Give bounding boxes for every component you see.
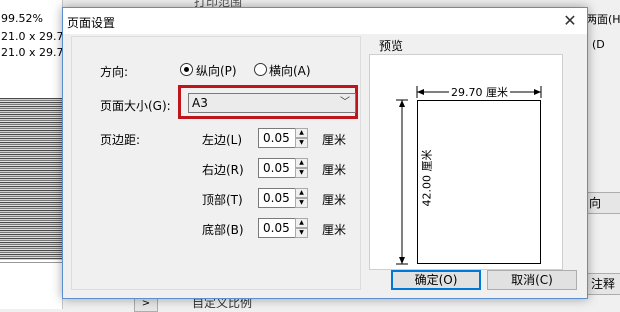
paper-size-readout: 21.0 x 29.7 [1, 46, 64, 59]
dialog-titlebar[interactable]: 页面设置 ✕ [63, 8, 587, 34]
preview-height: 42.00 厘米 [418, 147, 435, 209]
margin-top-stepper[interactable]: 0.05 ▲ ▼ [258, 188, 310, 208]
spin-down-icon[interactable]: ▼ [295, 138, 308, 148]
margin-label: 页边距: [100, 133, 141, 147]
orientation-label: 方向: [100, 65, 129, 79]
paper-size-readout: 21.0 x 29.7 [1, 30, 64, 43]
landscape-radio[interactable] [254, 63, 267, 76]
close-icon[interactable]: ✕ [555, 9, 585, 33]
margin-left-label: 左边(L) [202, 133, 243, 147]
spin-up-icon[interactable]: ▲ [295, 188, 308, 198]
page-size-value: A3 [192, 96, 208, 110]
preview-label: 预览 [379, 39, 404, 53]
print-preview-pane: 99.52% 21.0 x 29.7 21.0 x 29.7 [0, 0, 64, 309]
spin-up-icon[interactable]: ▲ [295, 158, 308, 168]
margin-bottom-unit: 厘米 [322, 223, 347, 237]
margin-top-label: 顶部(T) [202, 193, 243, 207]
portrait-radio[interactable] [180, 63, 193, 76]
preview-width: 29.70 厘米 [449, 84, 510, 100]
page-size-select[interactable]: A3 ﹀ [188, 93, 356, 113]
margin-bottom-label: 底部(B) [202, 223, 244, 237]
page-preview [417, 100, 541, 264]
comments-button[interactable]: 注释 [584, 273, 620, 295]
right-panel: 两面(H) (D 向 注释 [584, 0, 620, 309]
spin-down-icon[interactable]: ▼ [295, 228, 308, 238]
dialog-title: 页面设置 [67, 16, 116, 30]
chevron-down-icon[interactable]: ﹀ [337, 95, 353, 111]
margin-right-label: 右边(R) [202, 163, 244, 177]
margin-top-unit: 厘米 [322, 193, 347, 207]
duplex-option-label: 两面(H) [586, 13, 620, 26]
margin-bottom-stepper[interactable]: 0.05 ▲ ▼ [258, 218, 310, 238]
spin-down-icon[interactable]: ▼ [295, 168, 308, 178]
dialog-content: 方向: 纵向(P) 横向(A) 页面大小(G): A3 ﹀ 页边距: 左边(L)… [63, 34, 587, 298]
orientation-button[interactable]: 向 [584, 192, 620, 214]
cancel-button[interactable]: 取消(C) [487, 270, 577, 290]
margin-left-input[interactable]: 0.05 [258, 128, 296, 148]
margin-left-unit: 厘米 [322, 133, 347, 147]
spin-down-icon[interactable]: ▼ [295, 198, 308, 208]
settings-group: 方向: 纵向(P) 横向(A) 页面大小(G): A3 ﹀ 页边距: 左边(L)… [71, 36, 361, 290]
divider [0, 262, 62, 263]
page-setup-dialog: 页面设置 ✕ 方向: 纵向(P) 横向(A) 页面大小(G): A3 ﹀ 页边距… [62, 7, 588, 299]
margin-left-stepper[interactable]: 0.05 ▲ ▼ [258, 128, 310, 148]
margin-right-stepper[interactable]: 0.05 ▲ ▼ [258, 158, 310, 178]
margin-right-unit: 厘米 [322, 163, 347, 177]
zoom-level: 99.52% [1, 12, 43, 25]
spin-up-icon[interactable]: ▲ [295, 128, 308, 138]
option-label: (D [592, 38, 605, 51]
spin-up-icon[interactable]: ▲ [295, 218, 308, 228]
margin-top-input[interactable]: 0.05 [258, 188, 296, 208]
ok-button[interactable]: 确定(O) [391, 270, 481, 290]
landscape-radio-label[interactable]: 横向(A) [269, 62, 311, 79]
page-thumbnail [0, 98, 62, 260]
margin-right-input[interactable]: 0.05 [258, 158, 296, 178]
margin-bottom-input[interactable]: 0.05 [258, 218, 296, 238]
portrait-radio-label[interactable]: 纵向(P) [196, 62, 237, 79]
page-size-label: 页面大小(G): [100, 99, 171, 113]
